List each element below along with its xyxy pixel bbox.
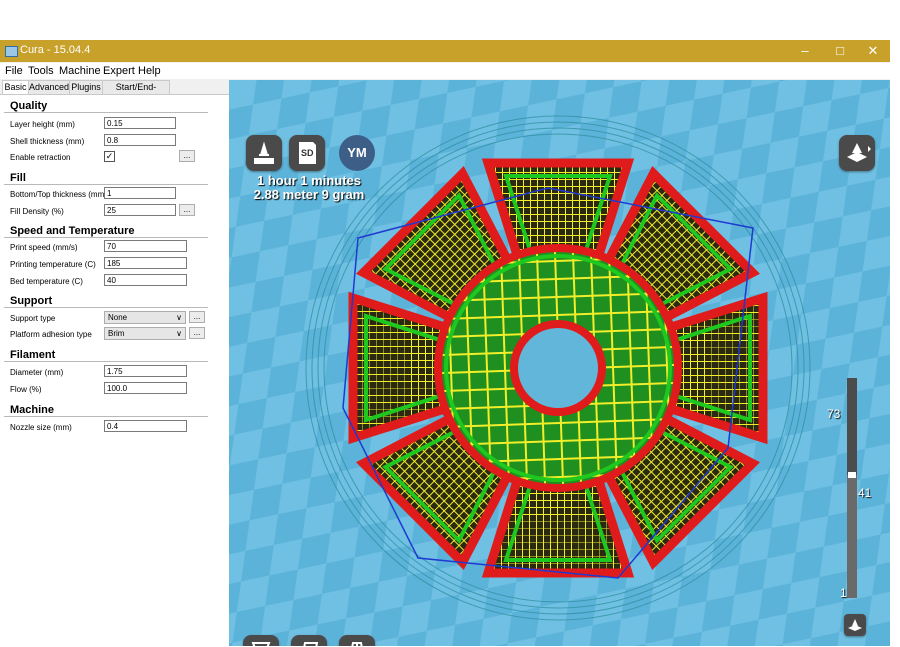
cura-app-icon [5,46,18,57]
section-divider [4,184,208,185]
scale-icon [303,642,319,646]
layers-view-icon [847,143,871,162]
section-divider [4,237,208,238]
filament-section-title: Filament [10,349,56,361]
tab-basic[interactable]: Basic [2,80,29,95]
tab-advanced[interactable]: Advanced [28,80,70,94]
cura-window: Cura - 15.04.4 – □ ✕ File Tools Machine … [0,40,890,647]
platform-adhesion-value: Brim [108,329,125,338]
support-type-label: Support type [10,314,56,323]
chevron-down-icon: ∨ [176,329,182,338]
platform-adhesion-label: Platform adhesion type [10,330,92,339]
support-type-select[interactable]: None ∨ [104,311,186,324]
menu-bar: File Tools Machine Expert Help [0,63,890,79]
load-model-button[interactable] [246,135,282,171]
layer-slider-fill [847,475,857,598]
speed-temperature-section-title: Speed and Temperature [10,225,135,237]
title-bar: Cura - 15.04.4 – □ ✕ [0,40,890,62]
layer-slider[interactable] [847,378,857,598]
rotate-icon [251,642,271,646]
flow-label: Flow (%) [10,385,42,394]
view-mode-button[interactable] [839,135,875,171]
layer-height-field[interactable]: 0.15 [104,117,176,129]
printing-temperature-field[interactable]: 185 [104,257,187,269]
machine-section-title: Machine [10,404,55,416]
section-divider [4,416,208,417]
retraction-settings-button[interactable]: ... [179,150,195,162]
bottom-top-thickness-label: Bottom/Top thickness (mm) [10,190,107,199]
support-section-title: Support [10,295,53,307]
menu-expert[interactable]: Expert [103,65,135,77]
menu-machine[interactable]: Machine [59,65,101,77]
layer-view-viewport[interactable]: SD YM 1 hour 1 minutes 2.88 meter 9 gram… [229,80,890,646]
layer-min-label: 1 [840,586,847,600]
print-time-text: 1 hour 1 minutes [256,173,362,188]
layer-view-icon [848,619,862,631]
fill-settings-button[interactable]: ... [179,204,195,216]
youmagine-button[interactable]: YM [339,135,375,171]
layer-view-toggle-button[interactable] [844,614,866,636]
diameter-label: Diameter (mm) [10,368,64,377]
chevron-down-icon: ∨ [176,313,182,322]
section-divider [4,112,208,113]
printing-temperature-label: Printing temperature (C) [10,260,96,269]
menu-file[interactable]: File [5,65,23,77]
print-speed-field[interactable]: 70 [104,240,187,252]
bed-temperature-field[interactable]: 40 [104,274,187,286]
print-material-text: 2.88 meter 9 gram [253,187,365,202]
flow-field[interactable]: 100.0 [104,382,187,394]
section-divider [4,361,208,362]
quality-section-title: Quality [10,100,48,112]
shell-thickness-label: Shell thickness (mm) [10,137,85,146]
enable-retraction-label: Enable retraction [10,153,71,162]
fill-density-label: Fill Density (%) [10,207,64,216]
tab-start-end-gcode[interactable]: Start/End-GCode [102,80,170,105]
layer-slider-handle[interactable] [848,472,856,478]
minimize-button[interactable]: – [788,42,822,60]
fill-density-field[interactable]: 25 [104,204,176,216]
menu-help[interactable]: Help [138,65,161,77]
nozzle-size-field[interactable]: 0.4 [104,420,187,432]
layer-max-label: 73 [827,407,841,421]
menu-tools[interactable]: Tools [28,65,54,77]
load-icon [254,141,274,164]
mirror-icon [351,642,363,646]
print-speed-label: Print speed (mm/s) [10,243,78,252]
save-to-sd-button[interactable]: SD [289,135,325,171]
layer-current-label: 41 [858,486,872,500]
close-button[interactable]: ✕ [856,42,890,60]
build-plate-render [229,80,890,646]
bottom-top-thickness-field[interactable]: 1 [104,187,176,199]
shell-thickness-field[interactable]: 0.8 [104,134,176,146]
support-settings-button[interactable]: ... [189,311,205,323]
mirror-tool-button[interactable] [339,635,375,646]
settings-panel: Quality Layer height (mm) 0.15 Shell thi… [0,94,229,647]
maximize-button[interactable]: □ [823,42,857,60]
bed-temperature-label: Bed temperature (C) [10,277,83,286]
window-title: Cura - 15.04.4 [20,44,91,56]
layer-height-label: Layer height (mm) [10,120,75,129]
platform-adhesion-select[interactable]: Brim ∨ [104,327,186,340]
diameter-field[interactable]: 1.75 [104,365,187,377]
tab-plugins[interactable]: Plugins [69,80,103,94]
sd-label: SD [301,148,314,158]
section-divider [4,307,208,308]
nozzle-size-label: Nozzle size (mm) [10,423,72,432]
fill-section-title: Fill [10,172,26,184]
retraction-checkbox[interactable]: ✓ [104,151,115,162]
support-type-value: None [108,313,128,322]
rotate-tool-button[interactable] [243,635,279,646]
scale-tool-button[interactable] [291,635,327,646]
adhesion-settings-button[interactable]: ... [189,327,205,339]
